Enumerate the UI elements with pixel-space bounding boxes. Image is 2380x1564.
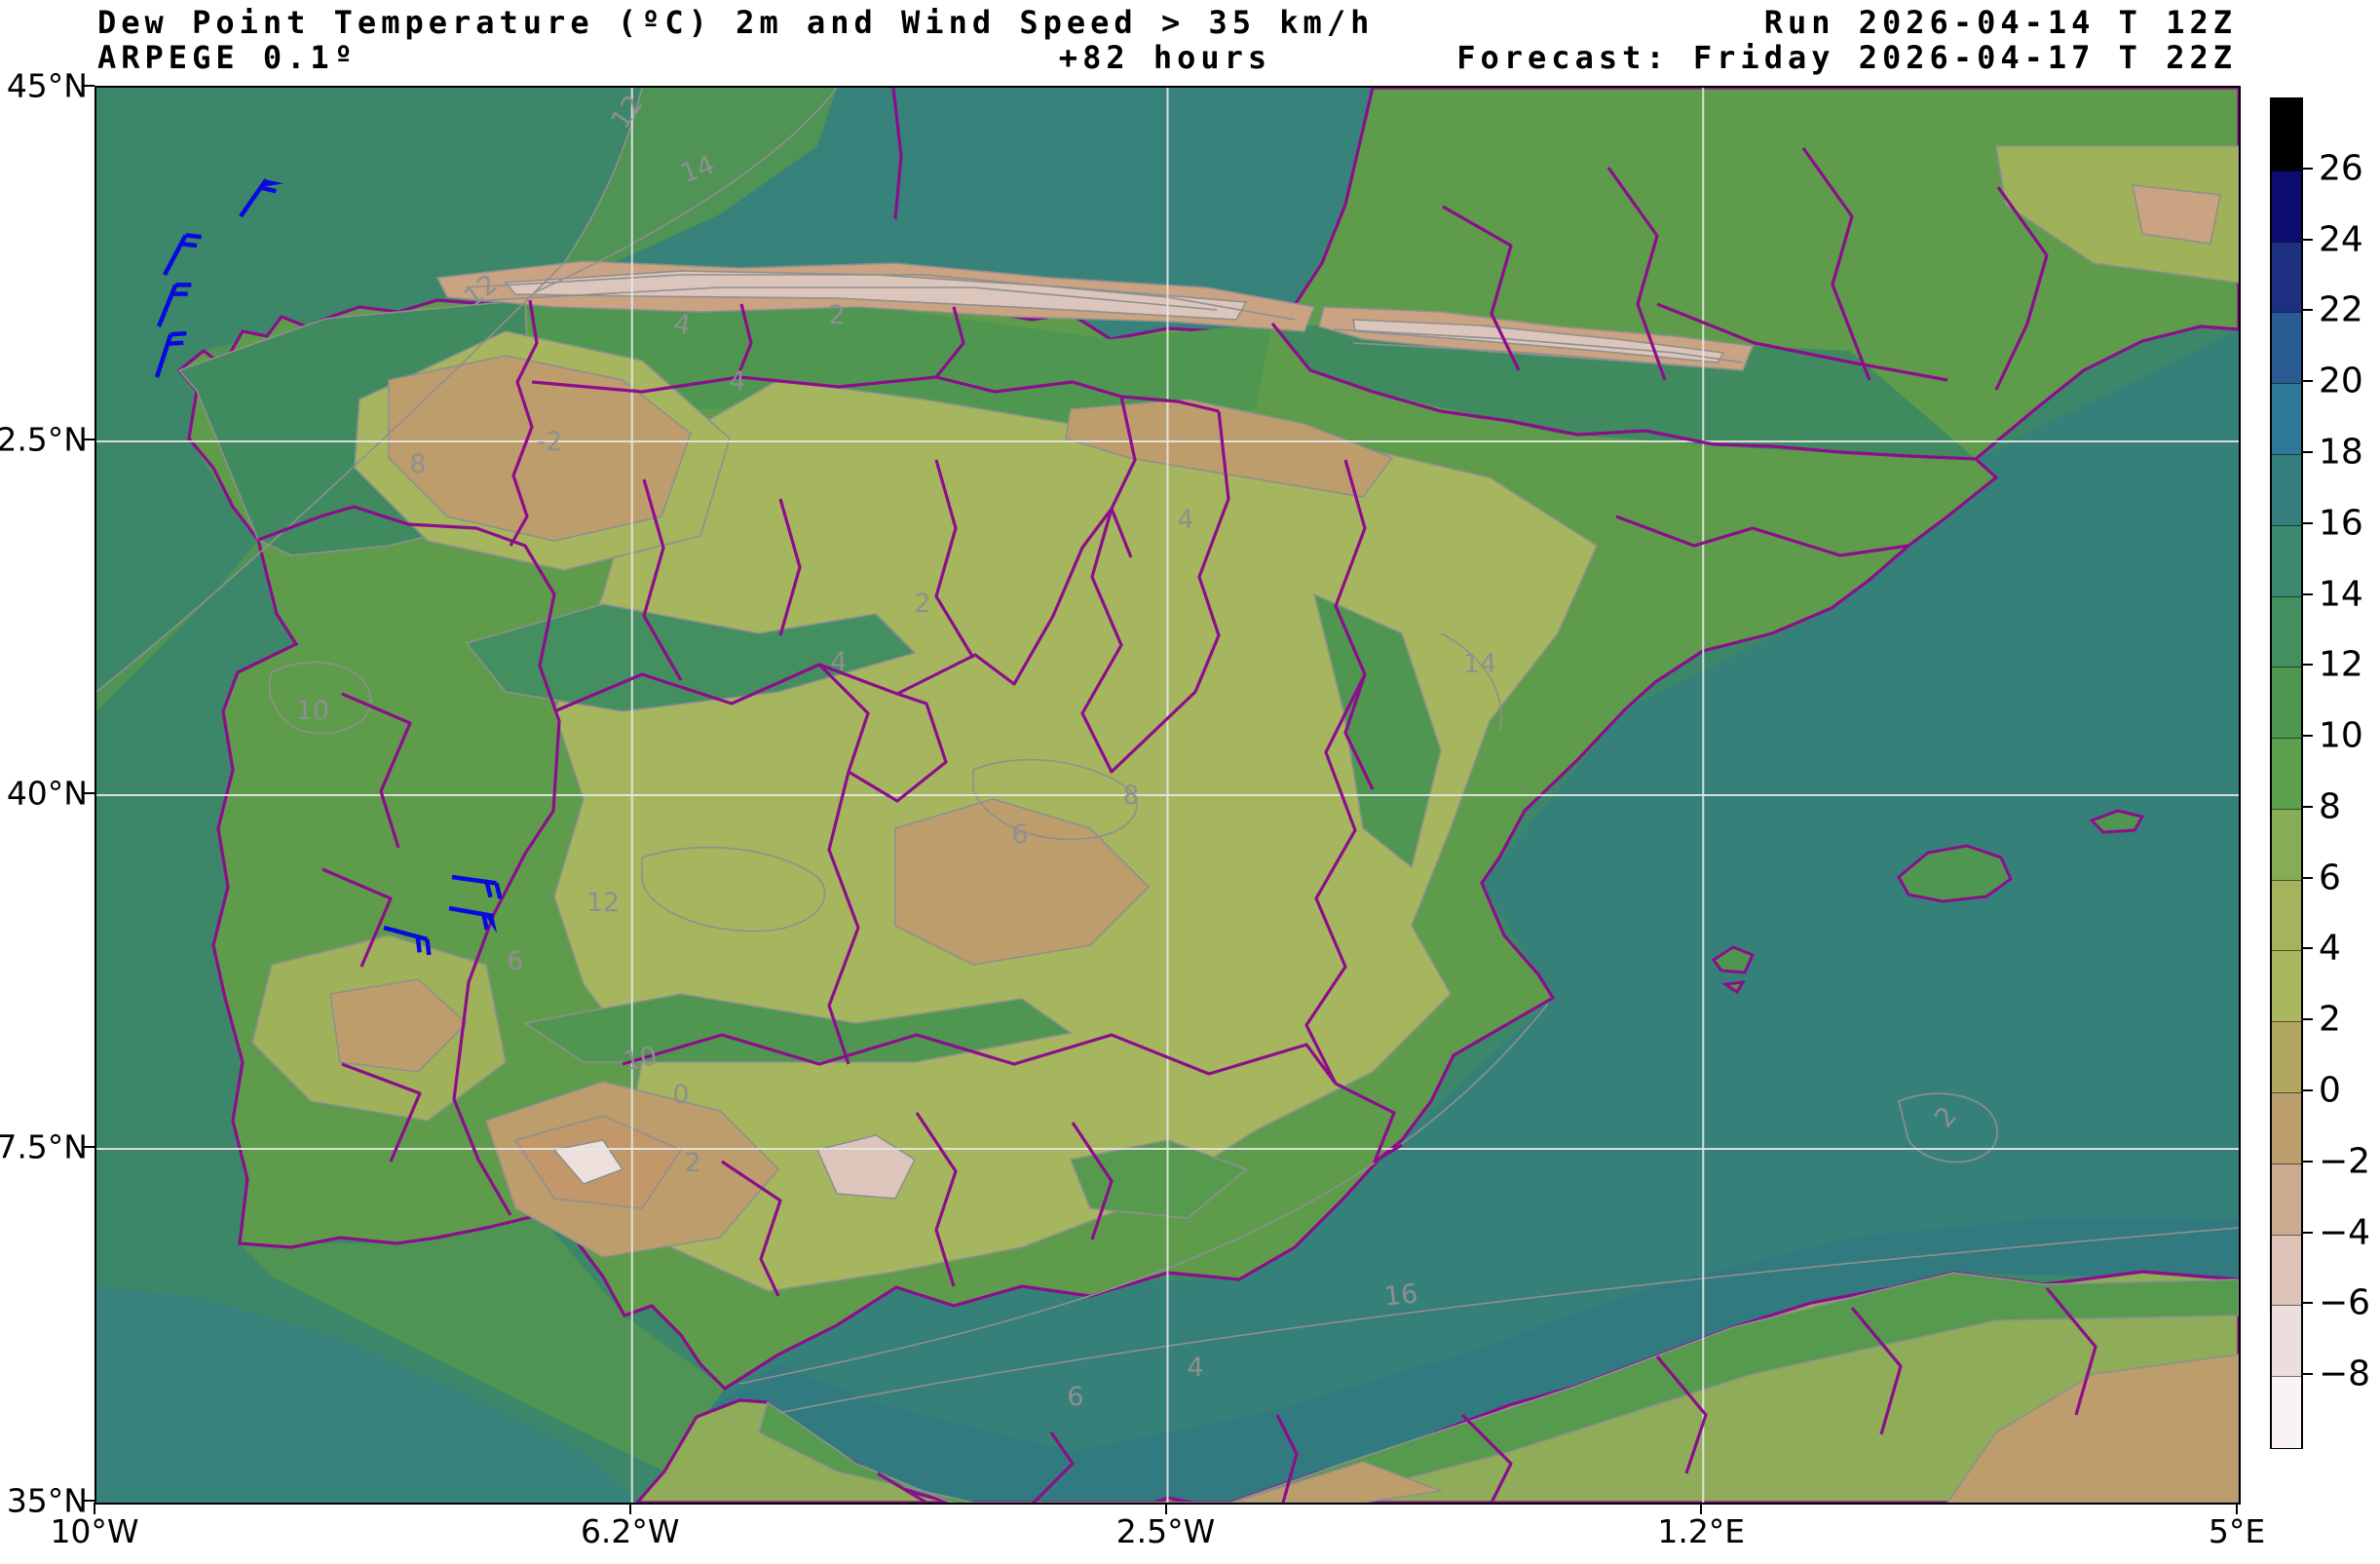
colorbar-tick-label: 26 bbox=[2319, 148, 2363, 188]
svg-text:0: 0 bbox=[672, 1080, 689, 1110]
svg-text:6: 6 bbox=[1011, 820, 1028, 850]
colorbar-tick-label: 6 bbox=[2319, 858, 2341, 897]
colorbar-tick-label: −8 bbox=[2319, 1354, 2370, 1394]
x-tick-label: 10°W bbox=[50, 1512, 138, 1550]
y-tick-label: 40°N bbox=[0, 775, 88, 813]
colorbar-tick-label: 2 bbox=[2319, 1000, 2341, 1040]
colorbar-tick-mark bbox=[2301, 1373, 2313, 1375]
colorbar-tick-label: 24 bbox=[2319, 219, 2363, 259]
svg-text:8: 8 bbox=[1122, 781, 1139, 811]
y-tick-mark bbox=[83, 439, 94, 440]
x-tick-mark bbox=[1700, 1503, 1702, 1514]
svg-text:4: 4 bbox=[1187, 1353, 1203, 1383]
y-tick-label: 45°N bbox=[0, 67, 88, 105]
forecast-label: Forecast: Friday 2026-04-17 T 22Z bbox=[0, 39, 2237, 76]
y-tick-mark bbox=[83, 85, 94, 87]
colorbar-segment bbox=[2272, 880, 2301, 952]
colorbar-segment bbox=[2272, 383, 2301, 455]
x-tick-mark bbox=[94, 1503, 95, 1514]
colorbar-segment bbox=[2272, 171, 2301, 243]
colorbar-tick-label: 12 bbox=[2319, 645, 2363, 685]
colorbar-tick-label: −6 bbox=[2319, 1283, 2370, 1323]
y-tick-label: 37.5°N bbox=[0, 1128, 88, 1166]
y-tick-mark bbox=[83, 792, 94, 794]
colorbar-tick-mark bbox=[2301, 947, 2313, 949]
colorbar-segment bbox=[2272, 1092, 2301, 1164]
colorbar-tick-label: 18 bbox=[2319, 432, 2363, 472]
svg-text:12: 12 bbox=[586, 888, 620, 918]
colorbar-tick-mark bbox=[2301, 239, 2313, 241]
svg-text:8: 8 bbox=[409, 449, 426, 479]
x-tick-label: 6.2°W bbox=[581, 1512, 680, 1550]
x-tick-label: 1.2°E bbox=[1657, 1512, 1745, 1550]
colorbar-tick-label: 20 bbox=[2319, 362, 2363, 401]
colorbar-tick-mark bbox=[2301, 593, 2313, 595]
colorbar-tick-label: 10 bbox=[2319, 716, 2363, 756]
svg-text:-2: -2 bbox=[537, 427, 563, 457]
colorbar-segment bbox=[2272, 809, 2301, 881]
y-tick-mark bbox=[83, 1146, 94, 1148]
svg-text:4: 4 bbox=[1177, 505, 1193, 535]
colorbar-tick-label: −2 bbox=[2319, 1141, 2370, 1181]
colorbar-segment bbox=[2272, 1376, 2301, 1448]
colorbar-tick-label: 22 bbox=[2319, 290, 2363, 330]
colorbar-segment bbox=[2272, 1021, 2301, 1093]
svg-text:6: 6 bbox=[1067, 1382, 1083, 1412]
colorbar-tick-mark bbox=[2301, 168, 2313, 170]
colorbar-tick-mark bbox=[2301, 309, 2313, 311]
x-tick-label: 2.5°W bbox=[1116, 1512, 1216, 1550]
colorbar-segment bbox=[2272, 738, 2301, 810]
colorbar-tick-label: 16 bbox=[2319, 503, 2363, 543]
colorbar-segment bbox=[2272, 454, 2301, 526]
colorbar-segment bbox=[2272, 242, 2301, 314]
map-frame: 12121448-224246812101002614416462 bbox=[94, 86, 2241, 1505]
svg-text:6: 6 bbox=[507, 946, 523, 976]
colorbar-tick-label: 4 bbox=[2319, 929, 2341, 969]
colorbar-tick-mark bbox=[2301, 806, 2313, 808]
colorbar-segment bbox=[2272, 99, 2301, 171]
colorbar-tick-mark bbox=[2301, 1232, 2313, 1234]
svg-text:14: 14 bbox=[1463, 649, 1496, 679]
colorbar-tick-mark bbox=[2301, 1018, 2313, 1020]
svg-text:2: 2 bbox=[828, 300, 845, 330]
weather-map: 12121448-224246812101002614416462 bbox=[96, 88, 2239, 1503]
svg-text:10: 10 bbox=[296, 696, 329, 726]
colorbar-tick-label: 0 bbox=[2319, 1071, 2341, 1111]
colorbar-segment bbox=[2272, 596, 2301, 668]
x-tick-mark bbox=[629, 1503, 631, 1514]
svg-text:4: 4 bbox=[830, 647, 847, 677]
colorbar-tick-mark bbox=[2301, 1089, 2313, 1091]
colorbar-tick-mark bbox=[2301, 1302, 2313, 1304]
colorbar-segment bbox=[2272, 1163, 2301, 1236]
colorbar-segment bbox=[2272, 312, 2301, 384]
y-tick-mark bbox=[83, 1500, 94, 1502]
colorbar-segment bbox=[2272, 667, 2301, 739]
colorbar-tick-mark bbox=[2301, 451, 2313, 453]
colorbar-tick-label: −4 bbox=[2319, 1212, 2370, 1252]
colorbar-tick-label: 14 bbox=[2319, 574, 2363, 614]
svg-text:16: 16 bbox=[1382, 1278, 1418, 1312]
svg-text:2: 2 bbox=[914, 589, 930, 619]
x-tick-mark bbox=[1165, 1503, 1167, 1514]
colorbar-segment bbox=[2272, 1235, 2301, 1307]
france-ne-tan bbox=[2133, 185, 2220, 244]
y-tick-label: 42.5°N bbox=[0, 421, 88, 459]
colorbar-tick-mark bbox=[2301, 380, 2313, 382]
x-tick-label: 5°E bbox=[2209, 1512, 2265, 1550]
colorbar-tick-label: 8 bbox=[2319, 786, 2341, 826]
svg-text:2: 2 bbox=[684, 1148, 700, 1178]
colorbar-segment bbox=[2272, 950, 2301, 1022]
svg-text:4: 4 bbox=[729, 366, 745, 397]
colorbar-segment bbox=[2272, 525, 2301, 597]
colorbar bbox=[2270, 97, 2303, 1449]
colorbar-tick-mark bbox=[2301, 664, 2313, 666]
run-label: Run 2026-04-14 T 12Z bbox=[0, 4, 2237, 41]
colorbar-tick-mark bbox=[2301, 735, 2313, 737]
colorbar-segment bbox=[2272, 1305, 2301, 1377]
colorbar-tick-mark bbox=[2301, 1161, 2313, 1163]
colorbar-tick-mark bbox=[2301, 877, 2313, 879]
x-tick-mark bbox=[2236, 1503, 2238, 1514]
colorbar-tick-mark bbox=[2301, 522, 2313, 524]
